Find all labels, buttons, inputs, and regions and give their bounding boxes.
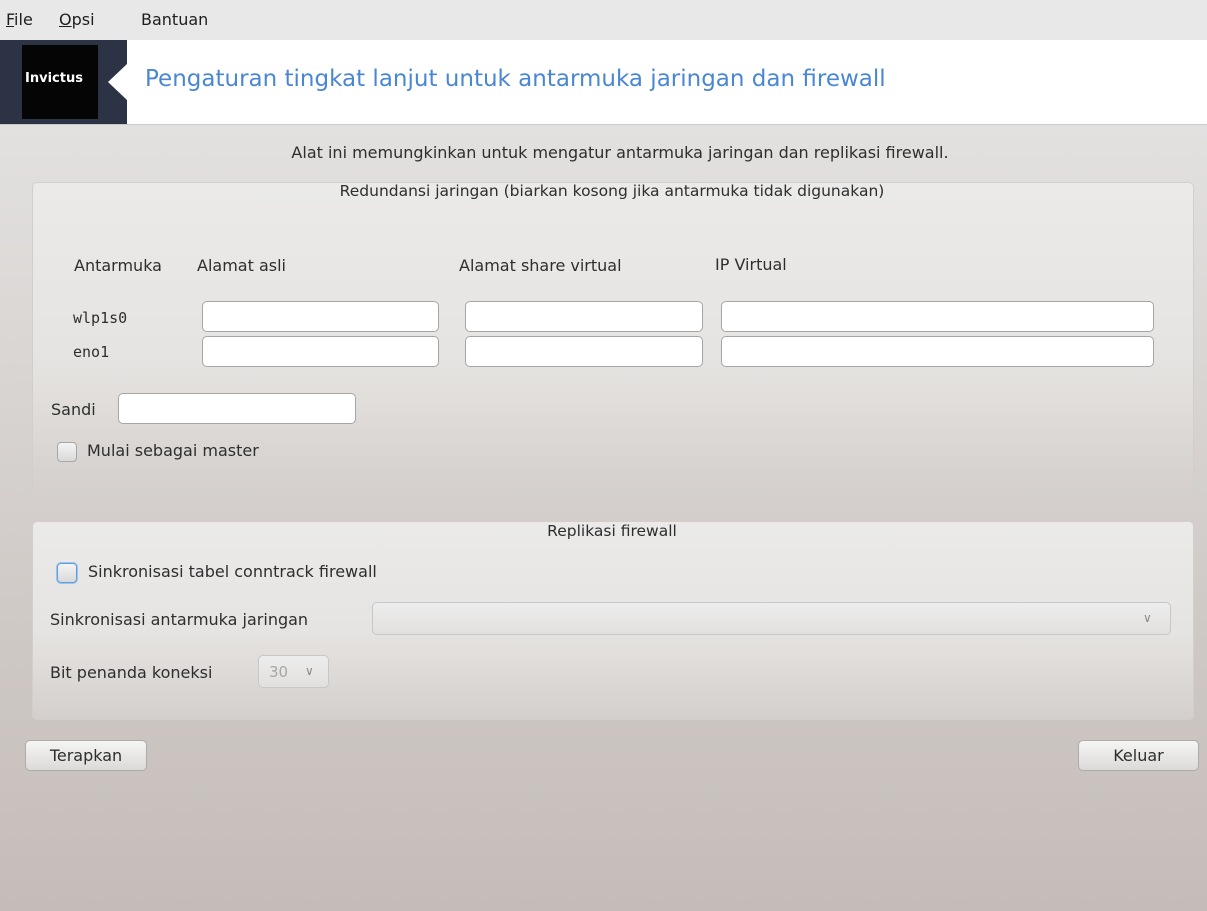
chevron-down-icon: ∨ (305, 664, 314, 678)
connection-mark-bit-label: Bit penanda koneksi (50, 663, 213, 682)
eno1-virtual-share-input[interactable] (465, 336, 703, 367)
redundancy-frame-title: Redundansi jaringan (biarkan kosong jika… (339, 182, 885, 200)
column-header-virtual-ip: IP Virtual (715, 255, 787, 274)
start-as-master-checkbox[interactable] (57, 442, 77, 462)
interface-name-eno1: eno1 (73, 343, 110, 361)
header-banner: Invictus Pengaturan tingkat lanjut untuk… (0, 40, 1207, 125)
start-as-master-label: Mulai sebagai master (87, 441, 259, 460)
wlp1s0-virtual-share-input[interactable] (465, 301, 703, 332)
eno1-real-address-input[interactable] (202, 336, 439, 367)
wlp1s0-virtual-ip-input[interactable] (721, 301, 1154, 332)
eno1-virtual-ip-input[interactable] (721, 336, 1154, 367)
column-header-interface: Antarmuka (74, 256, 162, 275)
interface-name-wlp1s0: wlp1s0 (73, 309, 128, 327)
wlp1s0-real-address-input[interactable] (202, 301, 439, 332)
logo: Invictus (0, 40, 127, 124)
password-label: Sandi (51, 400, 96, 419)
sync-interface-dropdown[interactable]: ∨ (372, 602, 1171, 635)
chevron-down-icon: ∨ (1143, 611, 1152, 625)
replication-frame-title: Replikasi firewall (547, 522, 677, 540)
column-header-real-address: Alamat asli (197, 256, 286, 275)
menu-help[interactable]: Bantuan (141, 10, 208, 29)
sync-conntrack-checkbox[interactable] (57, 563, 77, 583)
password-input[interactable] (118, 393, 356, 424)
menu-options[interactable]: Opsi (59, 10, 95, 29)
page-title: Pengaturan tingkat lanjut untuk antarmuk… (145, 66, 886, 92)
menu-file[interactable]: File (6, 10, 33, 29)
sync-conntrack-label: Sinkronisasi tabel conntrack firewall (88, 562, 377, 581)
column-header-virtual-share: Alamat share virtual (459, 256, 622, 275)
intro-text: Alat ini memungkinkan untuk mengatur ant… (291, 143, 949, 162)
sync-interface-label: Sinkronisasi antarmuka jaringan (50, 610, 309, 629)
connection-mark-bit-dropdown[interactable]: 30 ∨ (258, 655, 329, 688)
quit-button[interactable]: Keluar (1078, 740, 1199, 771)
menu-bar: File Opsi Bantuan (0, 0, 1207, 40)
logo-arrow-icon (108, 64, 127, 100)
apply-button[interactable]: Terapkan (25, 740, 147, 771)
logo-text: Invictus (25, 71, 83, 86)
connection-mark-bit-value: 30 (269, 663, 289, 681)
